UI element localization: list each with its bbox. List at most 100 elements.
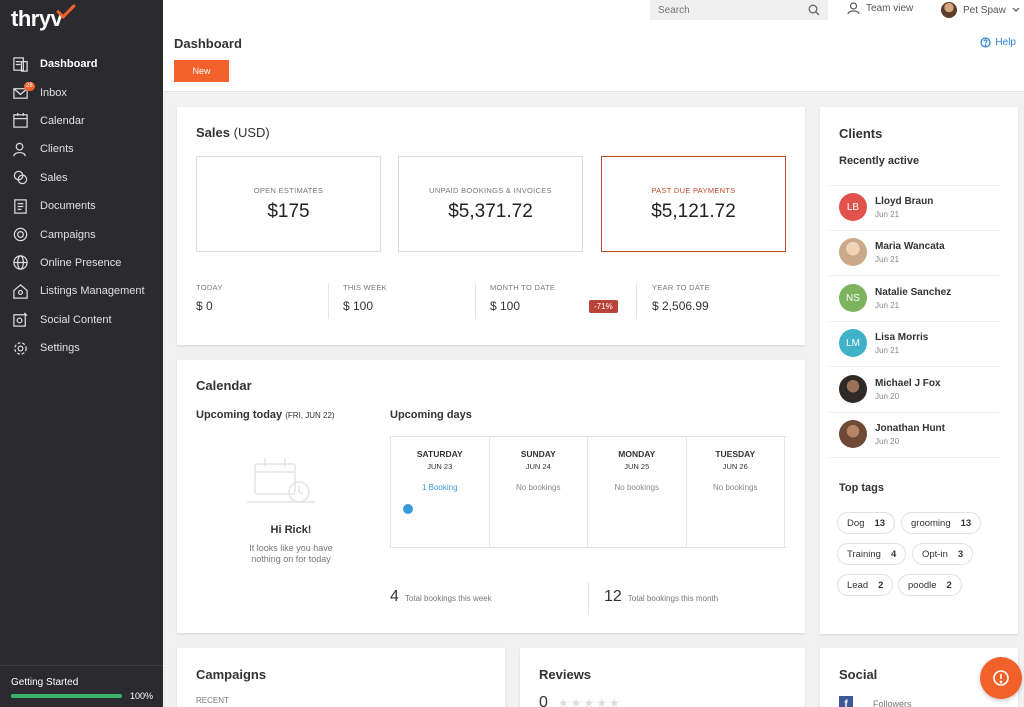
sidebar-item-settings[interactable]: Settings [0, 334, 163, 362]
social-icon [11, 311, 29, 329]
tag-label: Dog [847, 517, 865, 529]
day-column[interactable]: SATURDAY JUN 23 1 Booking [391, 437, 490, 547]
sidebar-item-calendar[interactable]: Calendar [0, 107, 163, 135]
campaigns-recent-label: RECENT [196, 696, 229, 705]
day-column[interactable]: TUESDAY JUN 26 No bookings [687, 437, 785, 547]
client-row[interactable]: LM Lisa Morris Jun 21 [839, 323, 1009, 363]
client-name: Lisa Morris [875, 331, 929, 343]
period-value: $ 100 [490, 299, 521, 313]
period-label: THIS WEEK [343, 283, 387, 292]
period-this-week: THIS WEEK $ 100 [343, 283, 387, 323]
new-button[interactable]: New [174, 60, 229, 82]
top-bar: Team view Pet Spaw [163, 0, 1024, 24]
upcoming-today-heading: Upcoming today (FRI, JUN 22) [196, 409, 335, 421]
week-total-count: 4 [390, 588, 399, 605]
sidebar-item-label: Online Presence [40, 256, 122, 269]
change-badge: -71% [589, 300, 618, 313]
month-total: 12 Total bookings this month [604, 588, 718, 606]
client-date: Jun 20 [875, 391, 900, 401]
tag-count: 4 [890, 548, 897, 560]
help-link[interactable]: Help [980, 37, 1016, 48]
day-column[interactable]: SUNDAY JUN 24 No bookings [490, 437, 588, 547]
sidebar-item-clients[interactable]: Clients [0, 135, 163, 163]
sidebar-item-listings[interactable]: Listings Management [0, 277, 163, 305]
sidebar-item-label: Calendar [40, 114, 85, 127]
user-menu[interactable]: Pet Spaw [941, 2, 1020, 18]
tag-chip[interactable]: grooming 13 [901, 512, 982, 534]
upcoming-today-label: Upcoming today [196, 409, 283, 421]
chat-help-button[interactable] [980, 657, 1022, 699]
thryv-logo[interactable]: thryv [11, 0, 76, 32]
tag-chip[interactable]: Opt-in 3 [912, 543, 974, 565]
sidebar-item-dashboard[interactable]: Dashboard [0, 50, 163, 78]
month-total-label: Total bookings this month [627, 594, 719, 603]
sidebar-item-label: Campaigns [40, 228, 96, 241]
getting-started[interactable]: Getting Started 100% [0, 665, 163, 707]
period-label: MONTH TO DATE [490, 283, 556, 292]
tag-label: Opt-in [922, 548, 948, 560]
tag-count: 13 [874, 517, 886, 529]
today-date: (FRI, JUN 22) [285, 411, 335, 420]
day-date: JUN 23 [427, 462, 453, 471]
sales-title: Sales (USD) [196, 125, 270, 140]
month-total-count: 12 [604, 588, 622, 605]
globe-icon [11, 254, 29, 272]
sidebar-item-social-content[interactable]: Social Content [0, 306, 163, 334]
chevron-down-icon [1012, 7, 1020, 12]
client-row[interactable]: NS Natalie Sanchez Jun 21 [839, 278, 1009, 318]
client-avatar [839, 420, 867, 448]
client-date: Jun 21 [875, 254, 900, 264]
sidebar-item-sales[interactable]: Sales [0, 164, 163, 192]
unpaid-bookings-box[interactable]: UNPAID BOOKINGS & INVOICES $5,371.72 [398, 156, 583, 252]
dashboard-icon [11, 55, 29, 73]
reviews-title: Reviews [539, 667, 592, 682]
period-today: TODAY $ 0 [196, 283, 223, 323]
day-name: SATURDAY [416, 449, 463, 459]
sidebar-item-campaigns[interactable]: Campaigns [0, 220, 163, 248]
divider [588, 582, 589, 614]
client-row[interactable]: Jonathan Hunt Jun 20 [839, 414, 1009, 454]
user-name: Pet Spaw [963, 4, 1006, 16]
sidebar-nav: Dashboard 28 Inbox Calendar Clients Sale… [0, 50, 163, 362]
getting-started-label: Getting Started [11, 677, 79, 688]
gear-icon [11, 339, 29, 357]
sidebar-item-label: Documents [40, 200, 96, 213]
sidebar-item-inbox[interactable]: 28 Inbox [0, 78, 163, 106]
sidebar-item-documents[interactable]: Documents [0, 192, 163, 220]
period-value: $ 100 [343, 299, 374, 313]
upcoming-days-grid: SATURDAY JUN 23 1 Booking SUNDAY JUN 24 … [390, 436, 787, 548]
client-row[interactable]: Maria Wancata Jun 21 [839, 232, 1009, 272]
stat-value: $5,371.72 [448, 201, 533, 222]
search-icon[interactable] [808, 4, 820, 16]
tag-chip[interactable]: Dog 13 [837, 512, 896, 534]
day-column[interactable]: MONDAY JUN 25 No bookings [588, 437, 687, 547]
open-estimates-box[interactable]: OPEN ESTIMATES $175 [196, 156, 381, 252]
tag-chip[interactable]: Training 4 [837, 543, 907, 565]
progress-fill [11, 694, 122, 698]
day-bookings: No bookings [713, 483, 758, 492]
client-name: Lloyd Braun [875, 195, 934, 207]
sidebar-item-online-presence[interactable]: Online Presence [0, 249, 163, 277]
client-row[interactable]: LB Lloyd Braun Jun 21 [839, 187, 1009, 227]
search-input[interactable] [658, 4, 808, 16]
stat-label: UNPAID BOOKINGS & INVOICES [429, 186, 552, 195]
calendar-title: Calendar [196, 378, 252, 393]
inbox-badge: 28 [24, 82, 35, 92]
client-row[interactable]: Michael J Fox Jun 20 [839, 369, 1009, 409]
star-rating-icon: ★★★★★ [558, 696, 622, 707]
divider [829, 321, 999, 322]
client-date: Jun 20 [875, 436, 900, 446]
past-due-payments-box[interactable]: PAST DUE PAYMENTS $5,121.72 [601, 156, 786, 252]
tag-chip[interactable]: poodle 2 [898, 574, 962, 596]
divider [328, 283, 329, 319]
divider [829, 457, 999, 458]
sidebar-item-label: Dashboard [40, 58, 98, 71]
sales-title-text: Sales [196, 125, 230, 140]
sidebar-item-label: Inbox [40, 86, 67, 99]
getting-started-percent: 100% [129, 691, 153, 701]
day-bookings[interactable]: 1 Booking [391, 483, 489, 492]
tag-chip[interactable]: Lead 2 [837, 574, 894, 596]
sales-title-unit: (USD) [233, 125, 270, 140]
team-view-button[interactable]: Team view [847, 2, 913, 15]
tag-label: poodle [908, 579, 937, 591]
